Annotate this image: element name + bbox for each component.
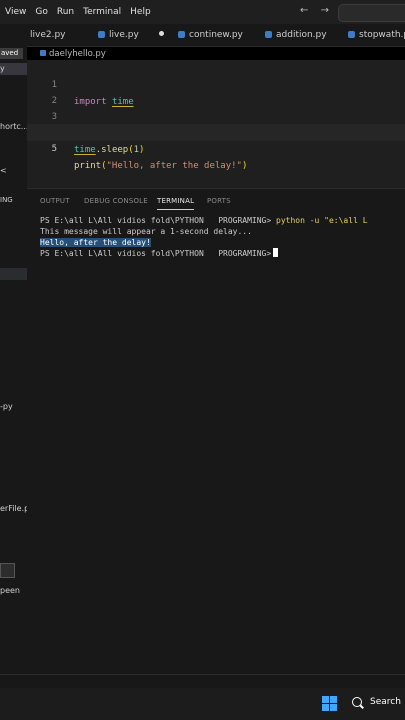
terminal-output: Hello, after the delay! bbox=[40, 238, 151, 247]
code-token: ) bbox=[139, 145, 145, 155]
filter-icon[interactable] bbox=[0, 563, 15, 578]
menu-go[interactable]: Go bbox=[35, 7, 47, 17]
python-file-icon bbox=[40, 50, 46, 56]
python-file-icon bbox=[265, 31, 272, 38]
tab-label: live2.py bbox=[30, 30, 66, 40]
terminal-command: python -u "e:\all L bbox=[271, 216, 368, 225]
code-token: ) bbox=[241, 161, 248, 171]
tab-live2[interactable]: live2.py bbox=[30, 24, 66, 46]
code-text[interactable]: print("Hello, after the delay!") bbox=[74, 158, 247, 175]
terminal-line-prompt[interactable]: PS E:\all L\All vidios fold\PYTHON PROGR… bbox=[40, 248, 279, 259]
tab-stopwath[interactable]: stopwath.py bbox=[348, 24, 405, 46]
tab-live[interactable]: live.py bbox=[98, 24, 164, 46]
code-editor[interactable]: 1 import time 2 3 print("This message wi… bbox=[27, 60, 405, 188]
terminal-prompt: PS E:\all L\All vidios fold\PYTHON PROGR… bbox=[40, 249, 272, 258]
bottom-panel: OUTPUT DEBUG CONSOLE TERMINAL PORTS PS E… bbox=[27, 188, 405, 675]
tab-label: live.py bbox=[109, 30, 139, 40]
code-line-3[interactable]: 3 print("This message will appear a 1-se… bbox=[27, 92, 405, 139]
tab-label: addition.py bbox=[276, 30, 327, 40]
menu-run[interactable]: Run bbox=[57, 7, 74, 17]
terminal-line-command[interactable]: PS E:\all L\All vidios fold\PYTHON PROGR… bbox=[40, 215, 368, 226]
navigation-arrows: ← → bbox=[300, 5, 338, 16]
menu-terminal[interactable]: Terminal bbox=[83, 7, 121, 17]
sidebar-hover-row[interactable] bbox=[0, 268, 27, 280]
code-token: "Hello, after the delay!" bbox=[106, 161, 242, 171]
tab-label: stopwath.py bbox=[359, 30, 405, 40]
terminal-prompt: PS E:\all L\All vidios fold\PYTHON PROGR… bbox=[40, 216, 272, 225]
code-token: sleep bbox=[101, 145, 129, 155]
tab-ports[interactable]: PORTS bbox=[207, 197, 231, 205]
command-center-search[interactable] bbox=[338, 4, 405, 22]
saved-badge: aved bbox=[0, 48, 23, 59]
python-file-icon bbox=[178, 31, 185, 38]
taskbar-search-label[interactable]: Search bbox=[370, 697, 401, 707]
windows-taskbar: Search bbox=[0, 688, 405, 720]
menu-help[interactable]: Help bbox=[130, 7, 151, 17]
breadcrumb-filename: daelyhello.py bbox=[49, 49, 106, 59]
sidebar-item[interactable]: y bbox=[0, 64, 5, 73]
code-token: print bbox=[74, 161, 102, 171]
tab-output[interactable]: OUTPUT bbox=[40, 197, 70, 205]
tab-terminal[interactable]: TERMINAL bbox=[157, 197, 195, 210]
search-icon[interactable] bbox=[352, 697, 362, 707]
breadcrumb[interactable]: daelyhello.py bbox=[40, 49, 106, 59]
code-line-2[interactable]: 2 bbox=[27, 76, 405, 106]
tab-debug-console[interactable]: DEBUG CONSOLE bbox=[84, 197, 148, 205]
unsaved-dot-icon[interactable] bbox=[158, 31, 164, 36]
code-text[interactable]: time.sleep(1) bbox=[74, 142, 144, 159]
tab-addition[interactable]: addition.py bbox=[265, 24, 327, 46]
sidebar-item[interactable]: < bbox=[0, 166, 7, 175]
status-bar bbox=[0, 674, 405, 689]
explorer-sidebar: aved y hortc... < ING -py erFile.py peen bbox=[0, 46, 27, 674]
sidebar-item[interactable]: -py bbox=[0, 402, 13, 411]
python-file-icon bbox=[348, 31, 355, 38]
editor-tab-bar: live2.py live.py continew.py addition.py… bbox=[0, 24, 405, 47]
terminal-output-line[interactable]: This message will appear a 1-second dela… bbox=[40, 226, 252, 237]
terminal-output: This message will appear a 1-second dela… bbox=[40, 227, 252, 236]
sidebar-item[interactable]: hortc... bbox=[0, 122, 27, 131]
terminal-output-line-selected[interactable]: Hello, after the delay! bbox=[40, 237, 151, 248]
menu-view[interactable]: View bbox=[5, 7, 26, 17]
sidebar-item[interactable]: erFile.py bbox=[0, 504, 27, 513]
terminal-cursor bbox=[273, 248, 279, 257]
windows-start-icon[interactable] bbox=[322, 696, 337, 711]
python-file-icon bbox=[98, 31, 105, 38]
tab-continew[interactable]: continew.py bbox=[178, 24, 243, 46]
back-arrow-icon[interactable]: ← bbox=[300, 5, 308, 16]
code-line-5[interactable]: 5 print("Hello, after the delay!") bbox=[27, 124, 405, 171]
code-token: time bbox=[74, 145, 96, 155]
line-number: 5 bbox=[51, 144, 57, 154]
menu-bar: View Go Run Terminal Help ← → bbox=[0, 0, 405, 24]
sidebar-item[interactable]: peen bbox=[0, 586, 20, 595]
tab-label: continew.py bbox=[189, 30, 243, 40]
code-line-1[interactable]: 1 import time bbox=[27, 60, 405, 107]
code-line-4[interactable]: 4 time.sleep(1) bbox=[27, 108, 405, 155]
sidebar-section-header[interactable]: ING bbox=[0, 196, 13, 204]
forward-arrow-icon[interactable]: → bbox=[321, 5, 329, 16]
